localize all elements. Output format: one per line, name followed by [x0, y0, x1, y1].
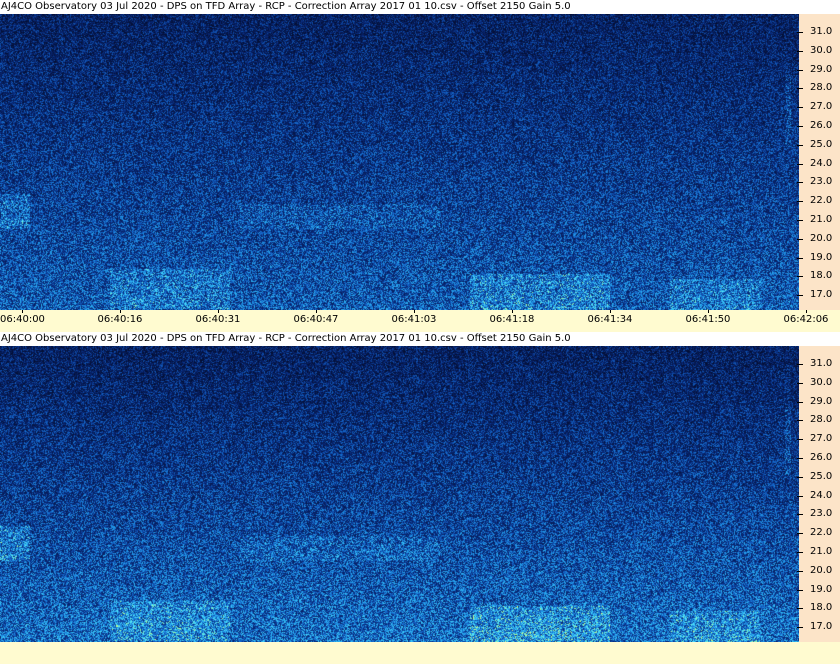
freq-tick-label: 20.0 — [796, 565, 832, 577]
freq-tick-label: 22.0 — [796, 195, 832, 207]
freq-tick-label: 23.0 — [796, 176, 832, 188]
freq-tick-label: 29.0 — [796, 64, 832, 76]
freq-tick-label: 27.0 — [796, 433, 832, 445]
freq-tick-label: 23.0 — [796, 508, 832, 520]
freq-tick-label: 21.0 — [796, 546, 832, 558]
time-tick-label: 06:41:03 — [391, 310, 437, 325]
freq-tick-label: 29.0 — [796, 396, 832, 408]
time-axis: 06:40:00 06:40:16 06:40:31 06:40:47 06:41:03… — [0, 310, 840, 332]
freq-tick-label: 31.0 — [796, 26, 832, 38]
freq-tick-label: 28.0 — [796, 82, 832, 94]
freq-tick-label: 19.0 — [796, 252, 832, 264]
time-tick-label: 06:41:18 — [489, 310, 535, 325]
freq-tick-label: 21.0 — [796, 214, 832, 226]
freq-tick-label: 26.0 — [796, 452, 832, 464]
freq-tick-label: 17.0 — [796, 621, 832, 633]
freq-tick-label: 30.0 — [796, 377, 832, 389]
freq-tick-label: 26.0 — [796, 120, 832, 132]
freq-tick-label: 28.0 — [796, 414, 832, 426]
freq-tick-label: 22.0 — [796, 527, 832, 539]
freq-tick-label: 24.0 — [796, 490, 832, 502]
freq-tick-label: 25.0 — [796, 139, 832, 151]
time-tick-label: 06:41:50 — [685, 310, 731, 325]
spectrogram-panel-1[interactable] — [0, 14, 799, 310]
time-tick-label: 06:40:16 — [97, 310, 143, 325]
panel-2-title: AJ4CO Observatory 03 Jul 2020 - DPS on T… — [0, 332, 840, 346]
freq-tick-label: 27.0 — [796, 101, 832, 113]
time-tick-label: 06:40:00 — [0, 310, 45, 325]
freq-tick-label: 31.0 — [796, 358, 832, 370]
spectrogram-canvas-1[interactable] — [0, 14, 799, 310]
freq-tick-label: 25.0 — [796, 471, 832, 483]
freq-tick-label: 24.0 — [796, 158, 832, 170]
time-tick-label: 06:42:06 — [783, 310, 829, 325]
time-tick-label: 06:41:34 — [587, 310, 633, 325]
freq-tick-label: 18.0 — [796, 270, 832, 282]
freq-tick-label: 20.0 — [796, 233, 832, 245]
freq-tick-label: 18.0 — [796, 602, 832, 614]
freq-tick-label: 30.0 — [796, 45, 832, 57]
frequency-axis-2: 31.0 30.0 29.0 28.0 27.0 26.0 25.0 24.0 23.0 22.0… — [796, 346, 840, 642]
spectrogram-panel-2[interactable] — [0, 346, 799, 642]
bottom-time-axis — [0, 642, 840, 664]
spectrogram-canvas-2[interactable] — [0, 346, 799, 642]
panel-1-title: AJ4CO Observatory 03 Jul 2020 - DPS on T… — [0, 0, 840, 14]
freq-tick-label: 19.0 — [796, 584, 832, 596]
time-tick-label: 06:40:47 — [293, 310, 339, 325]
time-tick-label: 06:40:31 — [195, 310, 241, 325]
freq-tick-label: 17.0 — [796, 289, 832, 301]
frequency-axis-1: 31.0 30.0 29.0 28.0 27.0 26.0 25.0 24.0 23.0 22.0… — [796, 14, 840, 310]
